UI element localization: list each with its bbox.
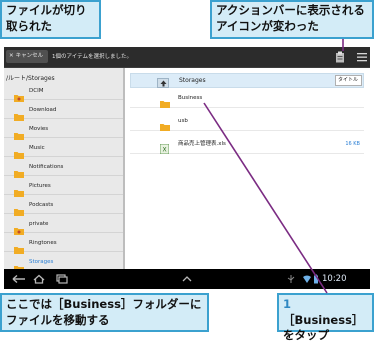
callout-pointer-line-top xyxy=(342,39,344,51)
